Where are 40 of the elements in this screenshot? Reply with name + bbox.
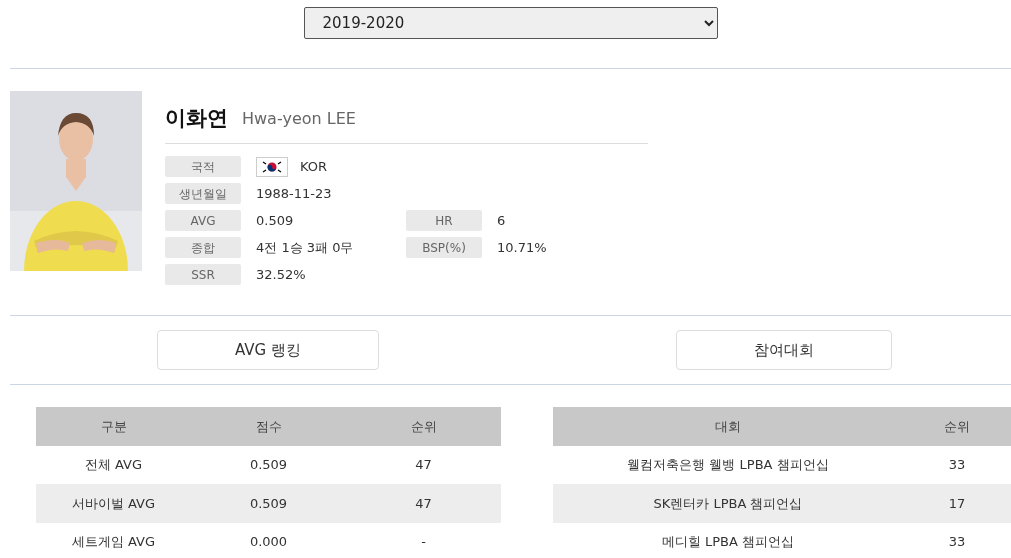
- table-cell: 서바이벌 AVG: [36, 484, 191, 523]
- column-header: 구분: [36, 407, 191, 446]
- player-name-english: Hwa-yeon LEE: [242, 107, 356, 130]
- field-value: 10.71%: [497, 238, 547, 257]
- table-cell: 47: [346, 484, 501, 523]
- field-value: 1988-11-23: [256, 184, 332, 203]
- field-value: 4전 1승 3패 0무: [256, 238, 354, 257]
- table-cell: 0.509: [191, 484, 346, 523]
- table-cell: 메디힐 LPBA 챔피언십: [553, 522, 903, 558]
- table-cell: -: [346, 522, 501, 558]
- table-cell: 33: [903, 522, 1011, 558]
- field-label: HR: [406, 210, 482, 231]
- field-label: BSP(%): [406, 237, 482, 258]
- column-header: 점수: [191, 407, 346, 446]
- flag-icon: [256, 156, 288, 177]
- field-label: SSR: [165, 264, 241, 285]
- table-cell: 전체 AVG: [36, 445, 191, 484]
- ranking-button[interactable]: AVG 랭킹: [157, 330, 379, 370]
- field-label: 국적: [165, 156, 241, 177]
- table-cell: 47: [346, 445, 501, 484]
- table-cell: 17: [903, 484, 1011, 523]
- field-label: AVG: [165, 210, 241, 231]
- column-header: 순위: [903, 407, 1011, 446]
- tournaments-button[interactable]: 참여대회: [676, 330, 892, 370]
- field-label: 생년월일: [165, 183, 241, 204]
- table-cell: 0.509: [191, 445, 346, 484]
- table-cell: SK렌터카 LPBA 챔피언십: [553, 484, 903, 523]
- column-header: 순위: [346, 407, 501, 446]
- field-label: 종합: [165, 237, 241, 258]
- column-header: 대회: [553, 407, 903, 446]
- field-value: 32.52%: [256, 265, 306, 284]
- table-cell: 웰컴저축은행 웰뱅 LPBA 챔피언십: [553, 445, 903, 484]
- player-name: 이화연: [165, 104, 228, 132]
- field-value: 6: [497, 211, 506, 230]
- table-cell: 0.000: [191, 522, 346, 558]
- table-cell: 33: [903, 445, 1011, 484]
- field-value: 0.509: [256, 211, 294, 230]
- field-value: KOR: [300, 157, 328, 176]
- season-select[interactable]: 2019-2020: [303, 7, 718, 39]
- table-cell: 세트게임 AVG: [36, 522, 191, 558]
